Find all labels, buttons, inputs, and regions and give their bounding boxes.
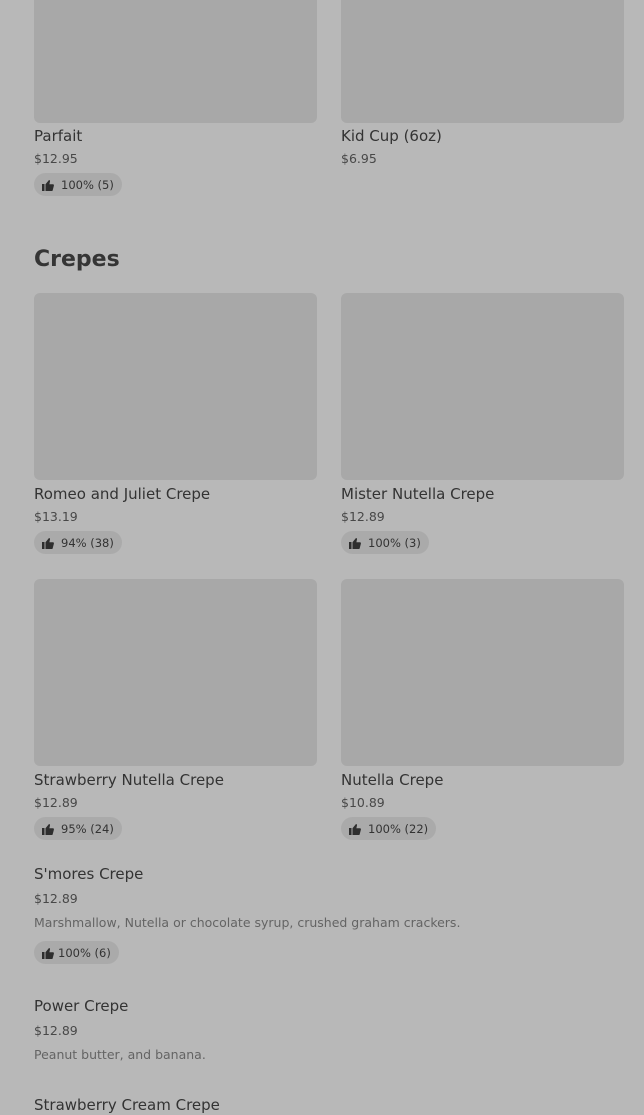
item-description-smores: Marshmallow, Nutella or chocolate syrup,… bbox=[34, 915, 461, 930]
item-price-power-crepe: $12.89 bbox=[34, 1023, 78, 1038]
rating-badge-romeo-juliet: 94% (38) bbox=[34, 531, 122, 554]
item-image-romeo-juliet[interactable] bbox=[34, 293, 317, 480]
rating-text: 100% (5) bbox=[61, 177, 114, 192]
item-name-strawberry-nutella[interactable]: Strawberry Nutella Crepe bbox=[34, 770, 224, 790]
item-name-mister-nutella[interactable]: Mister Nutella Crepe bbox=[341, 484, 494, 504]
rating-text: 100% (22) bbox=[368, 821, 429, 836]
item-price-smores: $12.89 bbox=[34, 891, 78, 906]
item-name-nutella[interactable]: Nutella Crepe bbox=[341, 770, 443, 790]
item-image-mister-nutella[interactable] bbox=[341, 293, 624, 480]
item-price-nutella: $10.89 bbox=[341, 795, 385, 810]
rating-text: 95% (24) bbox=[61, 821, 114, 836]
item-description-power-crepe: Peanut butter, and banana. bbox=[34, 1047, 206, 1062]
thumbs-up-icon bbox=[349, 823, 361, 835]
item-price-mister-nutella: $12.89 bbox=[341, 509, 385, 524]
item-image-parfait[interactable] bbox=[34, 0, 317, 123]
item-price-parfait: $12.95 bbox=[34, 151, 78, 166]
item-price-strawberry-nutella: $12.89 bbox=[34, 795, 78, 810]
rating-text: 94% (38) bbox=[61, 535, 114, 550]
thumbs-up-icon bbox=[42, 947, 54, 959]
item-name-strawberry-cream[interactable]: Strawberry Cream Crepe bbox=[34, 1095, 220, 1115]
item-image-nutella[interactable] bbox=[341, 579, 624, 766]
thumbs-up-icon bbox=[42, 823, 54, 835]
rating-text: 100% (6) bbox=[58, 945, 111, 960]
item-name-romeo-juliet[interactable]: Romeo and Juliet Crepe bbox=[34, 484, 210, 504]
rating-badge-parfait: 100% (5) bbox=[34, 173, 122, 196]
item-price-romeo-juliet: $13.19 bbox=[34, 509, 78, 524]
item-name-parfait[interactable]: Parfait bbox=[34, 126, 82, 146]
item-name-power-crepe[interactable]: Power Crepe bbox=[34, 996, 128, 1016]
section-title: Crepes bbox=[34, 247, 120, 272]
item-price-kid-cup: $6.95 bbox=[341, 151, 377, 166]
item-name-kid-cup[interactable]: Kid Cup (6oz) bbox=[341, 126, 442, 146]
thumbs-up-icon bbox=[42, 537, 54, 549]
rating-badge-nutella: 100% (22) bbox=[341, 817, 437, 840]
rating-badge-mister-nutella: 100% (3) bbox=[341, 531, 429, 554]
rating-badge-smores: 100% (6) bbox=[34, 941, 119, 964]
thumbs-up-icon bbox=[349, 537, 361, 549]
item-name-smores[interactable]: S'mores Crepe bbox=[34, 864, 143, 884]
item-image-kid-cup[interactable] bbox=[341, 0, 624, 123]
rating-badge-strawberry-nutella: 95% (24) bbox=[34, 817, 122, 840]
rating-text: 100% (3) bbox=[368, 535, 421, 550]
thumbs-up-icon bbox=[42, 179, 54, 191]
item-image-strawberry-nutella[interactable] bbox=[34, 579, 317, 766]
